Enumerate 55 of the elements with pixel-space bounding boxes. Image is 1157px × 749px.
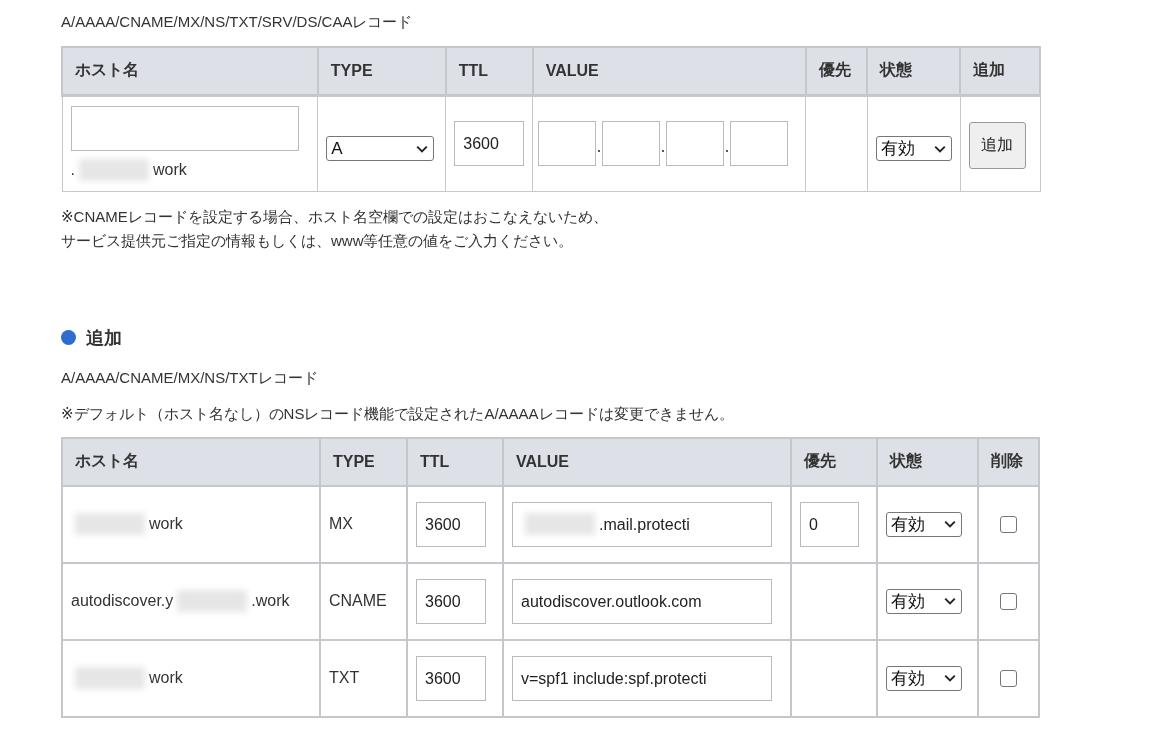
- domain-suffix: . work: [70, 159, 310, 181]
- host-name: autodiscover.y .work: [71, 590, 311, 612]
- column-header: TTL: [445, 47, 533, 95]
- chevron-down-icon: [944, 520, 956, 528]
- note-text: サービス提供元ご指定の情報もしくは、www等任意の値をご入力ください。: [61, 230, 575, 251]
- delete-checkbox[interactable]: [1000, 516, 1017, 534]
- ip-octet-input[interactable]: [666, 121, 725, 166]
- delete-checkbox[interactable]: [1000, 593, 1017, 611]
- chevron-down-icon: [416, 144, 429, 153]
- status-dropdown[interactable]: 有効: [875, 136, 952, 161]
- type-cell: TXT: [320, 639, 407, 717]
- priority-input[interactable]: 0: [800, 501, 859, 547]
- delete-checkbox[interactable]: [1000, 670, 1017, 688]
- type-cell: MX: [320, 485, 407, 563]
- add-button[interactable]: 追加: [968, 122, 1026, 169]
- host-name: work: [71, 513, 311, 535]
- bullet-icon: [61, 330, 76, 345]
- chevron-down-icon: [944, 597, 956, 605]
- column-header: TYPE: [320, 437, 407, 486]
- value-input[interactable]: autodiscover.outlook.com: [512, 578, 772, 624]
- ttl-input[interactable]: 3600: [416, 501, 486, 547]
- column-header: 追加: [960, 47, 1040, 95]
- column-header: VALUE: [532, 47, 806, 95]
- ip-octet-input[interactable]: [538, 121, 597, 166]
- ip-octet-input[interactable]: [730, 121, 789, 166]
- column-header: 状態: [877, 437, 978, 486]
- section-caption: A/AAAA/CNAME/MX/NS/TXT/SRV/DS/CAAレコード: [61, 12, 414, 32]
- status-dropdown[interactable]: 有効: [886, 588, 962, 614]
- chevron-down-icon: [933, 144, 946, 153]
- type-dropdown[interactable]: A: [326, 136, 435, 161]
- column-header: ホスト名: [62, 437, 320, 486]
- column-header: 状態: [867, 47, 961, 95]
- notice-text: ※デフォルト（ホスト名なし）のNSレコード機能で設定されたA/AAAAレコードは変更できません。: [61, 403, 735, 424]
- column-header: 優先: [805, 47, 868, 95]
- column-header: VALUE: [503, 437, 791, 486]
- column-header: ホスト名: [62, 47, 318, 95]
- ttl-input[interactable]: 3600: [454, 121, 525, 166]
- value-input[interactable]: .mail.protecti: [512, 501, 772, 547]
- ttl-input[interactable]: 3600: [416, 655, 486, 701]
- column-header: TYPE: [317, 47, 446, 95]
- host-name: work: [71, 667, 311, 689]
- column-header: 優先: [791, 437, 877, 486]
- status-dropdown[interactable]: 有効: [886, 665, 962, 691]
- value-input[interactable]: v=spf1 include:spf.protecti: [512, 655, 772, 701]
- host-input[interactable]: [70, 106, 299, 151]
- column-header: TTL: [407, 437, 503, 486]
- type-cell: CNAME: [320, 562, 407, 640]
- ttl-input[interactable]: 3600: [416, 578, 486, 624]
- section-caption: A/AAAA/CNAME/MX/NS/TXTレコード: [61, 367, 319, 388]
- section-heading: 追加: [86, 326, 122, 350]
- column-header: 削除: [978, 437, 1039, 486]
- status-dropdown[interactable]: 有効: [886, 511, 962, 537]
- ip-octet-input[interactable]: [602, 121, 661, 166]
- note-text: ※CNAMEレコードを設定する場合、ホスト名空欄での設定はおこなえないため、: [61, 206, 609, 227]
- chevron-down-icon: [944, 674, 956, 682]
